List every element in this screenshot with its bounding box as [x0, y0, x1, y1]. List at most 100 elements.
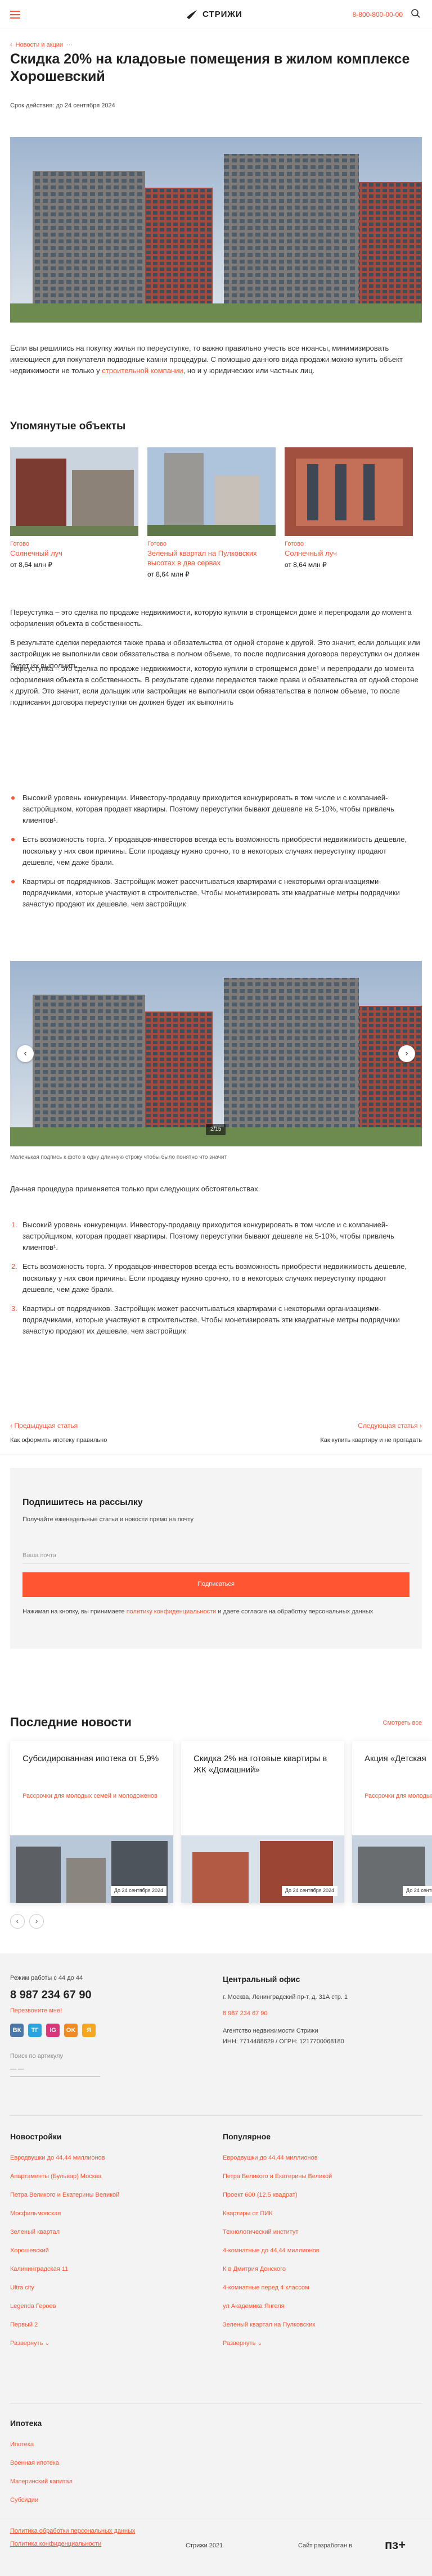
- personal-data-policy-link[interactable]: Политика обработки персональных данных: [10, 2527, 136, 2536]
- vk-icon[interactable]: ВК: [10, 2024, 24, 2038]
- news-photo: До 24 сентября 2024: [352, 1835, 432, 1903]
- office-title: Центральный офис: [223, 1975, 300, 1984]
- breadcrumb-link[interactable]: Новости и акции: [16, 40, 63, 50]
- footer-legal: Политика обработки персональных данных П…: [10, 2527, 136, 2549]
- list-item: Есть возможность торга. У продавцов-инве…: [10, 834, 421, 868]
- object-card[interactable]: Готово Солнечный луч от 8,64 млн ₽: [10, 447, 138, 570]
- search-article-label: Поиск по артикулу: [10, 2053, 63, 2060]
- article-section-2: Переуступка – это сделка по продаже недв…: [10, 663, 421, 716]
- footer-link[interactable]: 4-комнатные до 44,44 миллионов: [223, 2246, 422, 2256]
- footer-link[interactable]: Петра Великого и Екатерины Великой: [223, 2172, 422, 2182]
- expand-new-buildings-button[interactable]: Развернуть ⌄: [10, 2339, 201, 2348]
- footer-link[interactable]: Legenda Героев: [10, 2302, 201, 2311]
- object-name[interactable]: Солнечный луч: [10, 549, 138, 559]
- prev-article-link[interactable]: ‹ Предыдущая статья Как оформить ипотеку…: [10, 1421, 107, 1445]
- footer-link[interactable]: Зеленый квартал: [10, 2228, 201, 2237]
- subscribe-button[interactable]: Подписаться: [22, 1572, 410, 1597]
- subscribe-box: Подпишитесь на рассылку Получайте еженед…: [10, 1468, 422, 1649]
- footer-link[interactable]: Мосфильмовская: [10, 2209, 201, 2219]
- footer-link[interactable]: Ultra city: [10, 2283, 201, 2293]
- news-title: Субсидированная ипотека от 5,9%: [22, 1754, 159, 1763]
- object-photo: [285, 447, 413, 536]
- odnoklassniki-icon[interactable]: OK: [64, 2024, 78, 2038]
- news-card[interactable]: Акция «Детская Рассрочки для молодых сем…: [352, 1741, 432, 1903]
- hero-photo: [10, 137, 422, 323]
- email-field[interactable]: Ваша почта: [22, 1541, 410, 1563]
- footer-link[interactable]: Ипотека: [10, 2440, 201, 2450]
- object-card[interactable]: Готово Зеленый квартал на Пулковских выс…: [147, 447, 276, 579]
- list-number: 2.: [11, 1262, 17, 1271]
- news-next-button[interactable]: ›: [29, 1914, 44, 1929]
- privacy-link[interactable]: политику конфиденциальности: [127, 1608, 217, 1615]
- menu-icon[interactable]: [10, 11, 20, 19]
- footer-link[interactable]: К в Дмитрия Донского: [223, 2265, 422, 2274]
- footer-link[interactable]: Первый 2: [10, 2320, 201, 2330]
- object-name[interactable]: Зеленый квартал на Пулковских высотах в …: [147, 549, 276, 568]
- news-card[interactable]: Субсидированная ипотека от 5,9% Рассрочк…: [10, 1741, 173, 1903]
- news-date: До 24 сентября 2024: [110, 1886, 166, 1896]
- footer-link[interactable]: Калининградская 11: [10, 2265, 201, 2274]
- yandex-icon[interactable]: Я: [82, 2024, 96, 2038]
- footer-link[interactable]: Зеленый квартал на Пулковских: [223, 2320, 422, 2330]
- footer-link[interactable]: ул Академика Янгеля: [223, 2302, 422, 2311]
- list-text: Есть возможность торга. У продавцов-инве…: [22, 1262, 407, 1294]
- developer-link[interactable]: строительной компании: [102, 366, 183, 375]
- footer-link[interactable]: Евродвушки до 44,44 миллионов: [10, 2153, 201, 2163]
- developer-credit: Сайт разработан в: [298, 2542, 352, 2549]
- footer-link[interactable]: Петра Великого и Екатерины Великой: [10, 2190, 201, 2200]
- news-description: Рассрочки для молодых семей и молодожено…: [364, 1793, 432, 1799]
- object-price: от 8,64 млн ₽: [147, 570, 190, 578]
- telegram-icon[interactable]: ТГ: [28, 2024, 42, 2038]
- object-status: Готово: [10, 541, 29, 547]
- gallery-prev-button[interactable]: ‹: [17, 1045, 34, 1062]
- next-article-label: Следующая статья ›: [358, 1422, 422, 1430]
- footer-link[interactable]: Военная ипотека: [10, 2459, 201, 2468]
- news-card[interactable]: Скидка 2% на готовые квартиры в ЖК «Дома…: [181, 1741, 344, 1903]
- footer-popular: Популярное Евродвушки до 44,44 миллионов…: [223, 2131, 422, 2348]
- footer-link[interactable]: Материнский капитал: [10, 2477, 201, 2487]
- site-logo[interactable]: СТРИЖИ: [186, 8, 242, 21]
- footer-link[interactable]: Технологический институт: [223, 2228, 422, 2237]
- header-phone[interactable]: 8-800-800-00-00: [353, 10, 403, 20]
- site-header: СТРИЖИ 8-800-800-00-00: [0, 0, 432, 29]
- footer-link[interactable]: Субсидии: [10, 2496, 201, 2505]
- footer-link[interactable]: Хорошевский: [10, 2246, 201, 2256]
- search-icon[interactable]: [411, 8, 421, 19]
- footer-link[interactable]: Апартаменты (Бульвар) Москва: [10, 2172, 201, 2182]
- list-item: 2. Есть возможность торга. У продавцов-ин…: [10, 1261, 421, 1295]
- mortgage-heading: Ипотека: [10, 2419, 42, 2428]
- article-search-input[interactable]: — —: [10, 2065, 100, 2078]
- page-title: Скидка 20% на кладовые помещения в жилом…: [10, 51, 410, 85]
- news-prev-button[interactable]: ‹: [10, 1914, 25, 1929]
- next-article-link[interactable]: Следующая статья › Как купить квартиру и…: [320, 1421, 422, 1445]
- logo-text: СТРИЖИ: [202, 10, 242, 19]
- gallery-next-button[interactable]: ›: [398, 1045, 415, 1062]
- gallery-photo: [10, 961, 422, 1146]
- footer-new-buildings: Новостройки Евродвушки до 44,44 миллионо…: [10, 2131, 201, 2348]
- expand-popular-button[interactable]: Развернуть ⌄: [223, 2339, 422, 2348]
- prev-article-label: ‹ Предыдущая статья: [10, 1422, 78, 1430]
- object-name[interactable]: Солнечный луч: [285, 549, 413, 559]
- callback-link[interactable]: Перезвоните мне!: [10, 2006, 201, 2016]
- article-navigation: ‹ Предыдущая статья Как оформить ипотеку…: [0, 1421, 432, 1454]
- footer-link[interactable]: Евродвушки до 44,44 миллионов: [223, 2153, 422, 2163]
- copyright: Стрижи 2021: [186, 2542, 223, 2549]
- all-news-link[interactable]: Смотреть все: [383, 1718, 422, 1728]
- privacy-policy-link[interactable]: Политика конфиденциальности: [10, 2539, 136, 2549]
- footer-link[interactable]: Проект 600 (12,5 квадрат): [223, 2190, 422, 2200]
- developer-logo[interactable]: пз+: [385, 2536, 406, 2555]
- news-heading: Последние новости: [10, 1715, 132, 1729]
- footer-phone[interactable]: 8 987 234 67 90: [10, 1987, 201, 2004]
- bullet-list-container: Высокий уровень конкуренции. Инвестору-п…: [10, 792, 421, 918]
- office-phone[interactable]: 8 987 234 67 90: [223, 2009, 422, 2019]
- instagram-icon[interactable]: IG: [46, 2024, 60, 2038]
- footer-link[interactable]: Квартиры от ПИК: [223, 2209, 422, 2219]
- agency-requisites: ИНН: 7714488629 / ОГРН: 1217700068180: [223, 2038, 344, 2045]
- footer-office: Центральный офис г. Москва, Ленинградски…: [223, 1974, 422, 2047]
- footer-link[interactable]: 4-комнатные перед 4 классом: [223, 2283, 422, 2293]
- numbered-list: 1. Высокий уровень конкуренции. Инвестору…: [10, 1219, 421, 1337]
- object-price: от 8,64 млн ₽: [10, 560, 52, 569]
- working-hours: Режим работы с 44 до 44: [10, 1975, 83, 1981]
- object-card[interactable]: Готово Солнечный луч от 8,64 млн ₽: [285, 447, 413, 570]
- site-footer: Режим работы с 44 до 44 8 987 234 67 90 …: [0, 1953, 432, 2576]
